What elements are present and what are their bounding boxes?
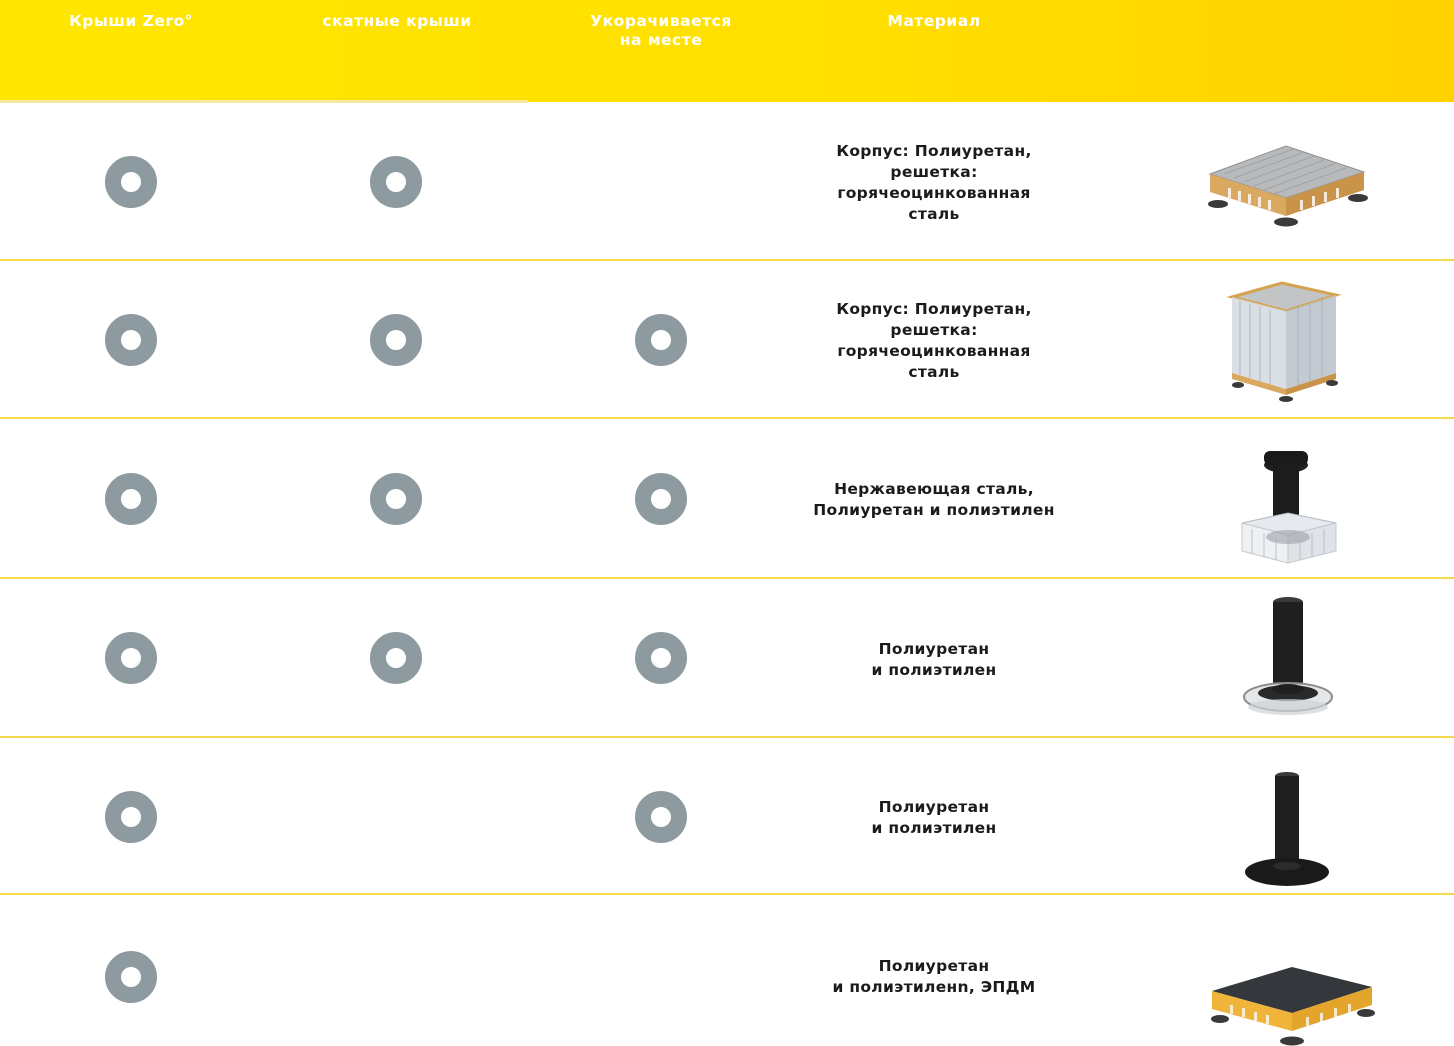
material-text: Полиуретан и полиэтиленn, ЭПДМ xyxy=(784,956,1084,998)
material-line: горячеоцинкованная xyxy=(837,184,1031,202)
ring-icon-shortenable xyxy=(635,314,687,366)
table-header: Крыши Zero° скатные крыши Укорачивается … xyxy=(0,0,1454,102)
pipe-flange-icon xyxy=(1245,772,1329,886)
grate-box-icon xyxy=(1208,145,1368,227)
ring-icon-zero-roof xyxy=(105,951,157,1003)
table-row: Полиуретан и полиэтиленn, ЭПДМ xyxy=(0,895,1454,1046)
table-row: Полиуретан и полиэтилен xyxy=(0,579,1454,736)
header-shortenable: Укорачивается на месте xyxy=(561,12,761,50)
ring-icon-pitched-roof xyxy=(370,632,422,684)
ring-icon-shortenable xyxy=(635,632,687,684)
material-text: Корпус: Полиуретан, решетка: горячеоцинк… xyxy=(784,299,1084,383)
header-zero-roof: Крыши Zero° xyxy=(69,12,193,30)
material-line: горячеоцинкованная xyxy=(837,342,1031,360)
ring-icon-zero-roof xyxy=(105,632,157,684)
material-line: Корпус: Полиуретан, xyxy=(836,142,1032,160)
ring-icon-pitched-roof xyxy=(370,314,422,366)
ring-icon-pitched-roof xyxy=(370,156,422,208)
material-line: и полиэтиленn, ЭПДМ xyxy=(832,978,1036,996)
material-line: и полиэтилен xyxy=(871,819,997,837)
ring-icon-zero-roof xyxy=(105,314,157,366)
material-line: Корпус: Полиуретан, xyxy=(836,300,1032,318)
vent-pipe-box-icon xyxy=(1241,451,1337,564)
material-line: Полиуретан xyxy=(878,640,990,658)
material-text: Нержавеющая сталь, Полиуретан и полиэтил… xyxy=(784,479,1084,521)
material-line: решетка: xyxy=(890,321,978,339)
material-line: сталь xyxy=(908,205,960,223)
ring-icon-shortenable xyxy=(635,473,687,525)
tall-grate-box-icon xyxy=(1226,281,1342,402)
header-material: Материал xyxy=(887,12,981,30)
table-row: Полиуретан и полиэтилен xyxy=(0,738,1454,894)
material-line: сталь xyxy=(908,363,960,381)
header-pitched-roof: скатные крыши xyxy=(322,12,472,30)
header-shortenable-line2: на месте xyxy=(619,31,703,49)
material-line: Полиуретан xyxy=(878,957,990,975)
material-text: Полиуретан и полиэтилен xyxy=(784,797,1084,839)
ring-icon-zero-roof xyxy=(105,791,157,843)
table-row: Корпус: Полиуретан, решетка: горячеоцинк… xyxy=(0,102,1454,260)
material-line: Полиуретан xyxy=(878,798,990,816)
ring-icon-shortenable xyxy=(635,791,687,843)
material-text: Полиуретан и полиэтилен xyxy=(784,639,1084,681)
material-line: Полиуретан и полиэтилен xyxy=(813,501,1055,519)
material-line: решетка: xyxy=(890,163,978,181)
ring-icon-pitched-roof xyxy=(370,473,422,525)
ring-icon-zero-roof xyxy=(105,473,157,525)
table-row: Нержавеющая сталь, Полиуретан и полиэтил… xyxy=(0,419,1454,577)
material-text: Корпус: Полиуретан, решетка: горячеоцинк… xyxy=(784,141,1084,225)
table-row: Корпус: Полиуретан, решетка: горячеоцинк… xyxy=(0,261,1454,418)
pipe-clamp-flange-icon xyxy=(1243,597,1333,715)
header-shortenable-line1: Укорачивается xyxy=(590,12,732,30)
membrane-box-icon xyxy=(1211,967,1375,1046)
ring-icon-zero-roof xyxy=(105,156,157,208)
material-line: и полиэтилен xyxy=(871,661,997,679)
material-line: Нержавеющая сталь, xyxy=(834,480,1034,498)
